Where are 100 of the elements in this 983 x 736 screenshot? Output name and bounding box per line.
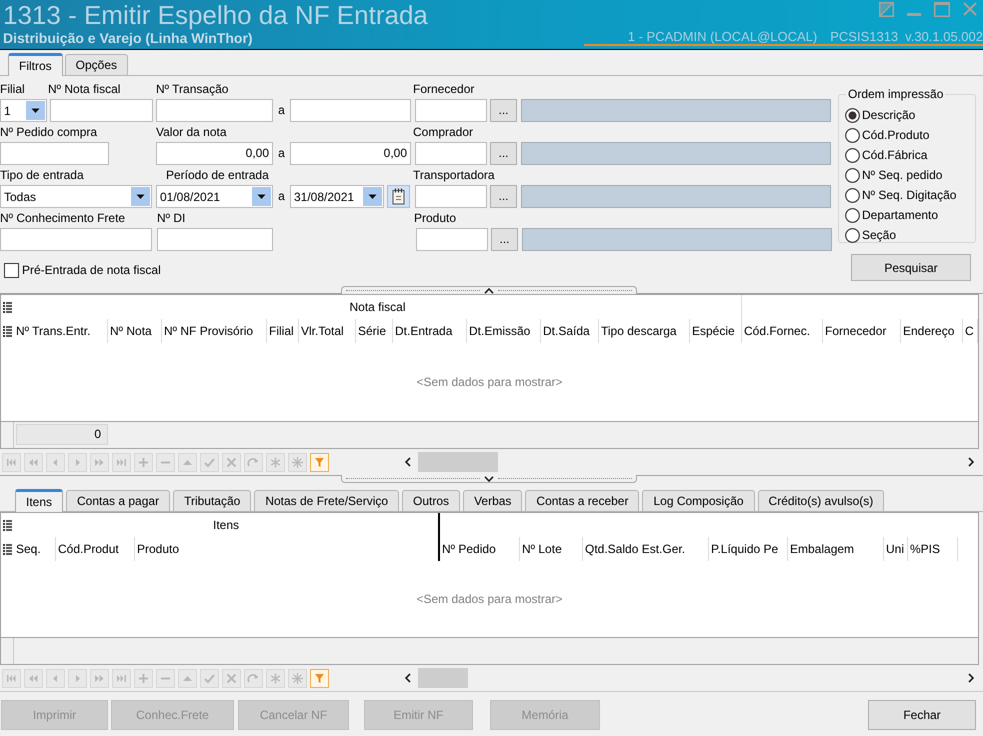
value-from-field[interactable]: 0,00 [156, 142, 273, 165]
cross-icon[interactable] [222, 668, 241, 688]
caret-down-icon[interactable] [363, 187, 382, 206]
column-header[interactable]: Filial [267, 319, 299, 343]
skip-last-icon[interactable] [112, 452, 131, 472]
transaction-from-field[interactable] [156, 99, 273, 122]
column-header[interactable]: Espécie [690, 319, 742, 343]
column-header[interactable]: Dt.Entrada [393, 319, 467, 343]
tab[interactable]: Log Composição [642, 490, 755, 511]
caret-down-icon[interactable] [252, 187, 271, 206]
value-to-field[interactable]: 0,00 [290, 142, 411, 165]
lookup-code-field[interactable] [415, 99, 487, 122]
close-icon[interactable] [963, 2, 977, 16]
filter-icon[interactable] [310, 452, 329, 472]
tab[interactable]: Filtros [8, 53, 63, 76]
radio-option[interactable]: Cód.Produto [845, 125, 930, 145]
rewind-icon[interactable] [24, 452, 43, 472]
skip-first-icon[interactable] [2, 452, 21, 472]
radio-icon[interactable] [845, 148, 860, 162]
calendar-icon[interactable] [387, 185, 410, 208]
radio-option[interactable]: Cód.Fábrica [845, 145, 928, 165]
invoice-number-field[interactable] [50, 99, 153, 122]
search-button[interactable]: Pesquisar [851, 254, 971, 281]
fast-forward-icon[interactable] [90, 668, 109, 688]
tab[interactable]: Notas de Frete/Serviço [254, 490, 400, 511]
chevron-down-icon[interactable] [484, 476, 494, 482]
scroll-right-icon[interactable] [968, 457, 974, 467]
radio-icon[interactable] [845, 208, 860, 222]
checkbox-icon[interactable] [4, 262, 19, 278]
lookup-code-field[interactable] [415, 185, 487, 208]
radio-option[interactable]: Nº Seq. Digitação [845, 185, 956, 205]
browse-button[interactable]: ... [490, 142, 517, 165]
previous-icon[interactable] [46, 668, 65, 688]
next-icon[interactable] [68, 668, 87, 688]
column-header[interactable]: Embalagem [788, 537, 884, 561]
tab[interactable]: Opções [64, 54, 128, 75]
splitter-handle[interactable] [341, 475, 637, 483]
radio-icon[interactable] [845, 128, 860, 142]
column-header[interactable]: Dt.Emissão [467, 319, 541, 343]
scroll-right-icon[interactable] [968, 673, 974, 683]
column-header[interactable]: Cód.Fornec. [742, 319, 823, 343]
redo-icon[interactable] [244, 452, 263, 472]
column-header[interactable]: Nº Pedido [440, 537, 520, 561]
radio-icon[interactable] [845, 108, 860, 122]
caret-down-icon[interactable] [26, 101, 45, 120]
fast-forward-icon[interactable] [90, 452, 109, 472]
asterisk-icon[interactable] [266, 452, 285, 472]
column-header[interactable]: Nº Nota [108, 319, 162, 343]
chevron-up-icon[interactable] [484, 288, 494, 294]
diagonal-square-icon[interactable] [879, 2, 894, 17]
radio-icon[interactable] [845, 188, 860, 202]
transaction-to-field[interactable] [290, 99, 411, 122]
check-icon[interactable] [200, 452, 219, 472]
column-header[interactable]: Nº Trans.Entr. [14, 319, 108, 343]
entry-type-dropdown[interactable]: Todas [0, 185, 152, 208]
scroll-left-icon[interactable] [405, 673, 411, 683]
caret-down-icon[interactable] [131, 187, 150, 206]
radio-option[interactable]: Descrição [845, 105, 916, 125]
scrollbar-thumb[interactable] [418, 668, 468, 688]
date-to-picker[interactable]: 31/08/2021 [290, 185, 384, 208]
radio-option[interactable]: Departamento [845, 205, 938, 225]
plus-icon[interactable] [134, 668, 153, 688]
column-header[interactable]: %PIS [908, 537, 958, 561]
list-icon[interactable] [3, 326, 12, 336]
tab[interactable]: Contas a receber [525, 490, 640, 511]
column-header[interactable]: Série [356, 319, 393, 343]
branch-dropdown[interactable]: 1 [0, 99, 47, 122]
next-icon[interactable] [68, 452, 87, 472]
date-from-picker[interactable]: 01/08/2021 [156, 185, 273, 208]
column-header[interactable]: Fornecedor [823, 319, 901, 343]
cross-icon[interactable] [222, 452, 241, 472]
previous-icon[interactable] [46, 452, 65, 472]
skip-first-icon[interactable] [2, 668, 21, 688]
freight-bill-field[interactable] [0, 228, 152, 251]
splitter-handle[interactable] [341, 286, 637, 294]
scroll-left-icon[interactable] [405, 457, 411, 467]
sparkle-icon[interactable] [288, 668, 307, 688]
column-header[interactable]: Produto [135, 537, 440, 561]
lookup-code-field[interactable] [416, 228, 488, 251]
plus-icon[interactable] [134, 452, 153, 472]
minus-icon[interactable] [156, 668, 175, 688]
list-icon[interactable] [3, 302, 12, 312]
column-header[interactable]: Vlr.Total [299, 319, 356, 343]
tab[interactable]: Contas a pagar [66, 490, 170, 511]
tab[interactable]: Crédito(s) avulso(s) [758, 490, 884, 511]
lookup-code-field[interactable] [415, 142, 487, 165]
list-icon[interactable] [3, 544, 12, 554]
browse-button[interactable]: ... [490, 99, 517, 122]
list-icon[interactable] [3, 520, 12, 530]
rewind-icon[interactable] [24, 668, 43, 688]
browse-button[interactable]: ... [490, 185, 517, 208]
column-header[interactable]: Cód.Produt [56, 537, 135, 561]
column-header[interactable]: C [963, 319, 978, 343]
column-header[interactable]: Uni [884, 537, 908, 561]
column-header[interactable]: Seq. [14, 537, 56, 561]
purchase-order-field[interactable] [0, 142, 109, 165]
tab[interactable]: Verbas [463, 490, 522, 511]
redo-icon[interactable] [244, 668, 263, 688]
sparkle-icon[interactable] [288, 452, 307, 472]
column-header[interactable]: Tipo descarga [599, 319, 690, 343]
